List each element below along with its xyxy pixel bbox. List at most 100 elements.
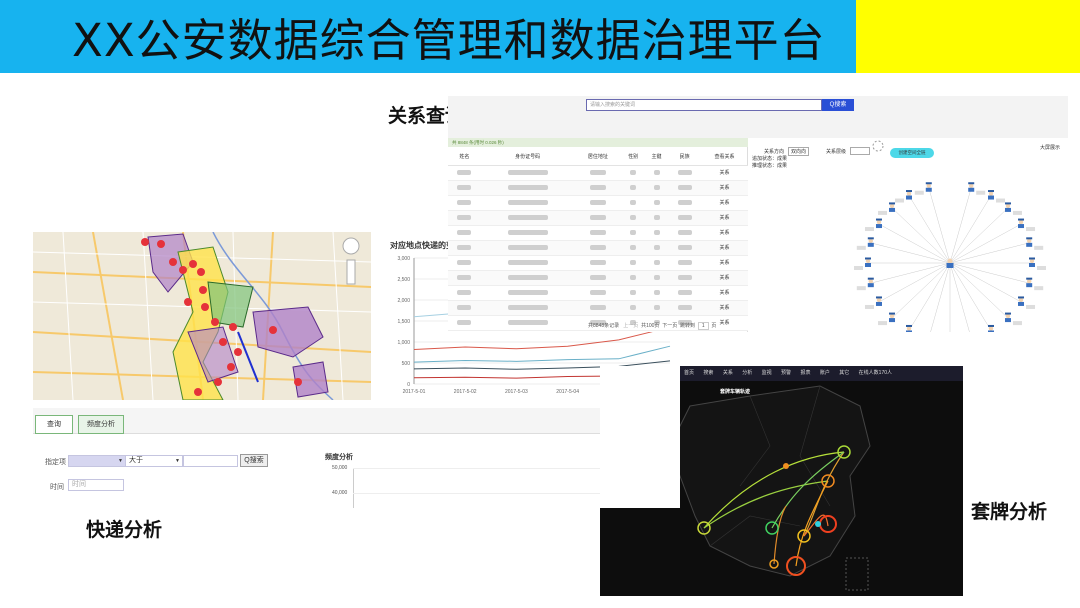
search-button[interactable]: Q搜索 [240,454,268,467]
field-select[interactable]: ▼ [68,455,126,467]
redacted-value [589,259,606,265]
table-cell [448,300,481,316]
nav-search[interactable]: 搜索 [703,370,713,376]
person-node-icon[interactable] [1029,257,1046,271]
person-node-icon[interactable] [878,312,896,326]
person-node-icon[interactable] [988,190,1005,203]
table-cell [621,195,645,211]
person-node-icon[interactable] [854,257,871,271]
view-relation-link[interactable]: 关系 [701,300,748,316]
person-node-icon[interactable] [856,277,874,291]
tab-query[interactable]: 查询 [35,415,73,434]
nav-other[interactable]: 其它 [839,370,849,376]
view-relation-link[interactable]: 关系 [701,210,748,226]
person-node-icon[interactable] [1026,277,1044,291]
nav-account[interactable]: 账户 [820,370,830,376]
view-relation-link[interactable]: 关系 [701,180,748,196]
view-relation-link[interactable]: 关系 [701,285,748,301]
nav-monitor[interactable]: 监视 [762,370,772,376]
redacted-value [653,229,660,235]
person-node-icon[interactable] [988,324,1005,332]
table-cell [644,225,669,241]
table-row[interactable]: 关系 [448,210,748,226]
pager-go-button[interactable]: 页 [711,323,716,329]
person-node-icon[interactable] [1004,312,1022,326]
table-row[interactable]: 关系 [448,240,748,256]
table-cell [480,165,575,181]
redacted-value [507,229,548,235]
redacted-value [589,184,606,190]
search-input[interactable]: 请输入搜索的关键词 [586,99,822,111]
redacted-value [653,214,660,220]
view-relation-link[interactable]: 关系 [701,195,748,211]
pager-page-input[interactable]: 1 [697,322,709,330]
table-row[interactable]: 关系 [448,225,748,241]
table-cell [480,210,575,226]
view-relation-link[interactable]: 关系 [701,225,748,241]
graph-edge [949,262,992,331]
nav-relation[interactable]: 关系 [723,370,733,376]
redacted-value [457,169,472,175]
person-node-icon[interactable] [864,296,882,309]
table-cell [574,255,622,271]
graph-edge [891,262,951,319]
nav-alert[interactable]: 预警 [781,370,791,376]
person-node-icon[interactable] [1018,218,1036,232]
map-panel[interactable] [33,232,371,400]
column-header: 性别 [621,148,645,166]
pager-prev[interactable]: 上一页 [623,323,638,329]
redacted-value [507,184,548,190]
table-cell [448,180,481,196]
nav-report[interactable]: 报表 [800,370,810,376]
column-header: 身份证号码 [480,148,575,166]
table-cell [621,240,645,256]
table-row[interactable]: 关系 [448,195,748,211]
redacted-value [457,184,472,190]
table-cell [668,225,702,241]
pager-next[interactable]: 下一页 [662,323,677,329]
person-node-icon[interactable] [856,237,874,250]
freq-axis [353,468,354,508]
table-row[interactable]: 关系 [448,255,748,271]
person-node-icon[interactable] [895,190,912,203]
nav-analysis[interactable]: 分析 [742,370,752,376]
pager-pages: 共100页 [641,323,660,329]
person-node-icon[interactable] [1018,296,1036,309]
table-row[interactable]: 关系 [448,180,748,196]
time-input[interactable]: 时间 [68,479,124,491]
value-input[interactable] [183,455,238,467]
y-tick-label: 1,000 [397,340,410,346]
person-node-icon[interactable] [968,182,986,195]
table-row[interactable]: 关系 [448,270,748,286]
search-button[interactable]: Q搜索 [822,99,854,111]
slide: XX公安数据综合管理和数据治理平台 关系查询 快递分析 套牌分析 对应地点快递的… [0,0,1080,608]
redacted-value [653,184,660,190]
table-row[interactable]: 关系 [448,285,748,301]
view-relation-link[interactable]: 关系 [701,255,748,271]
view-relation-link[interactable]: 关系 [701,165,748,181]
person-node-icon[interactable] [895,324,912,332]
table-cell [668,255,702,271]
table-row[interactable]: 关系 [448,165,748,181]
person-node-icon[interactable] [914,182,932,195]
graph-edge [949,207,1009,264]
view-relation-link[interactable]: 关系 [701,240,748,256]
person-node-icon[interactable] [864,218,882,232]
view-relation-link[interactable]: 关系 [701,270,748,286]
redacted-value [630,199,637,205]
nav-home[interactable]: 首页 [684,370,694,376]
tab-frequency[interactable]: 频度分析 [78,415,124,434]
person-node-icon[interactable] [878,202,896,215]
person-node-icon[interactable] [1026,237,1044,250]
x-tick-label: 2017-5-04 [556,389,579,395]
series-line [413,345,671,363]
operator-select[interactable]: 大于 ▼ [125,455,183,467]
center-person-icon[interactable] [946,258,954,269]
table-row[interactable]: 关系 [448,300,748,316]
person-node-icon[interactable] [1004,202,1022,215]
redacted-value [677,169,692,175]
table-cell [621,285,645,301]
table-cell [644,180,669,196]
redacted-value [507,319,548,325]
table-cell [574,240,622,256]
